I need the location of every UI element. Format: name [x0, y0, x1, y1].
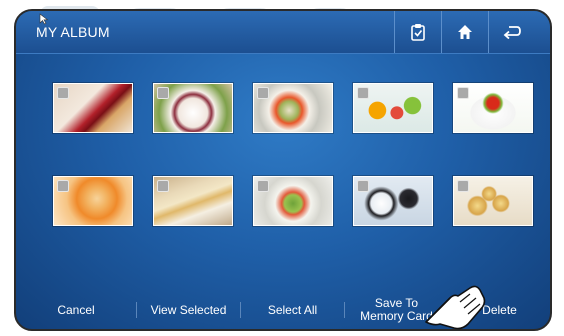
- photo-checkbox[interactable]: [257, 87, 269, 99]
- photo-checkbox[interactable]: [357, 180, 369, 192]
- cancel-button[interactable]: Cancel: [16, 291, 136, 329]
- photo-fruit[interactable]: [353, 83, 433, 133]
- home-button[interactable]: [441, 11, 488, 53]
- photo-quiche[interactable]: [153, 176, 233, 226]
- photo-checkbox[interactable]: [257, 180, 269, 192]
- photo-checkbox[interactable]: [457, 180, 469, 192]
- top-bar: MY ALBUM: [16, 11, 550, 54]
- photo-dessert-plate[interactable]: [153, 83, 233, 133]
- photo-checkbox[interactable]: [157, 180, 169, 192]
- bottom-bar: Cancel View Selected Select All Save To …: [16, 291, 550, 329]
- photo-tomato-bowl[interactable]: [453, 83, 533, 133]
- home-icon: [458, 25, 472, 39]
- clipboard-icon: [411, 24, 425, 41]
- page-title: MY ALBUM: [36, 24, 110, 40]
- photo-cheesecake[interactable]: [53, 83, 133, 133]
- photo-checkbox[interactable]: [157, 87, 169, 99]
- select-all-button[interactable]: Select All: [241, 291, 344, 329]
- photo-tartlets[interactable]: [453, 176, 533, 226]
- delete-button[interactable]: Delete: [449, 291, 550, 329]
- memory-card-label: Memory Card: [360, 309, 433, 323]
- album-screen: MY ALBUM Cancel View Selected Select All…: [14, 9, 552, 331]
- save-to-memory-card-button[interactable]: Save To Memory Card: [345, 291, 448, 329]
- photo-checkbox[interactable]: [57, 87, 69, 99]
- photo-checkbox[interactable]: [457, 87, 469, 99]
- clipboard-button[interactable]: [394, 11, 441, 53]
- back-button[interactable]: [488, 11, 535, 53]
- photo-checkbox[interactable]: [57, 180, 69, 192]
- photo-ice-cream[interactable]: [53, 176, 133, 226]
- photo-green-salad[interactable]: [253, 176, 333, 226]
- back-icon: [503, 26, 521, 39]
- photo-cookies[interactable]: [353, 176, 433, 226]
- view-selected-button[interactable]: View Selected: [137, 291, 240, 329]
- photo-checkbox[interactable]: [357, 87, 369, 99]
- photo-salad-plate[interactable]: [253, 83, 333, 133]
